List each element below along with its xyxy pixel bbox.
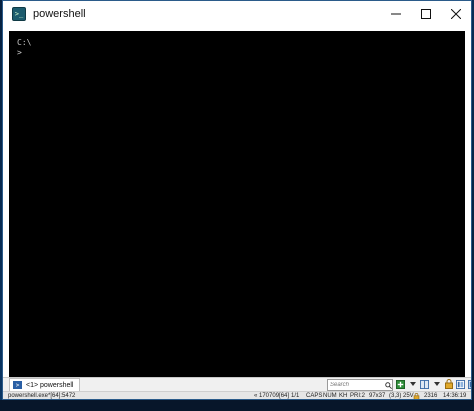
status-position[interactable]: 1/1 [291, 393, 299, 399]
tab-label: <1> powershell [26, 381, 74, 389]
tab-powershell[interactable]: > <1> powershell [9, 378, 81, 392]
maximize-button[interactable] [411, 1, 441, 27]
status-size[interactable]: 97x37 [369, 393, 385, 399]
lock-icon[interactable] [444, 379, 453, 389]
close-button[interactable] [441, 1, 471, 27]
console-line: C:\ [17, 38, 32, 47]
console-app-icon[interactable]: >_ [12, 7, 26, 21]
status-keyboard[interactable]: KH [339, 393, 347, 399]
new-console-dropdown-icon[interactable] [408, 379, 417, 389]
tab-bar: > <1> powershell [3, 377, 471, 392]
console-output[interactable]: C:\ > [9, 31, 465, 377]
search-input[interactable] [328, 381, 384, 389]
search-box[interactable] [327, 379, 393, 391]
taskbar [0, 400, 474, 411]
minimize-icon [391, 13, 401, 15]
window-title: powershell [33, 8, 86, 20]
close-icon [451, 9, 461, 19]
status-caps[interactable]: CAPS [306, 393, 322, 399]
status-build[interactable]: « 170709[64] [254, 393, 289, 399]
window-controls [381, 1, 471, 27]
powershell-icon: > [13, 381, 22, 389]
toolbar-icons [396, 379, 471, 389]
console-window: >_ powershell C:\ > > <1> powershell Sea… [2, 0, 472, 400]
split-view-icon[interactable] [420, 379, 429, 389]
minimize-button[interactable] [381, 1, 411, 27]
status-process[interactable]: powershell.exe*[64]:5472 [8, 393, 75, 399]
menu-dropdown-icon[interactable] [432, 379, 441, 389]
search-icon[interactable] [384, 381, 392, 389]
settings-icon[interactable] [456, 379, 465, 389]
layout-icon[interactable] [468, 379, 471, 389]
status-lock-icon [413, 393, 420, 399]
status-priority[interactable]: PRI:2 [350, 393, 365, 399]
status-cursor[interactable]: (3,3) 25V [389, 393, 414, 399]
maximize-icon [421, 9, 431, 19]
status-bar: powershell.exe*[64]:5472 « 170709[64] 1/… [3, 391, 471, 399]
new-console-icon[interactable] [396, 379, 405, 389]
title-bar[interactable]: >_ powershell [3, 1, 471, 27]
status-pid[interactable]: 2316 [424, 393, 437, 399]
console-prompt: > [17, 48, 22, 57]
status-num[interactable]: NUM [323, 393, 337, 399]
status-time: 14:36:19 [443, 393, 467, 399]
